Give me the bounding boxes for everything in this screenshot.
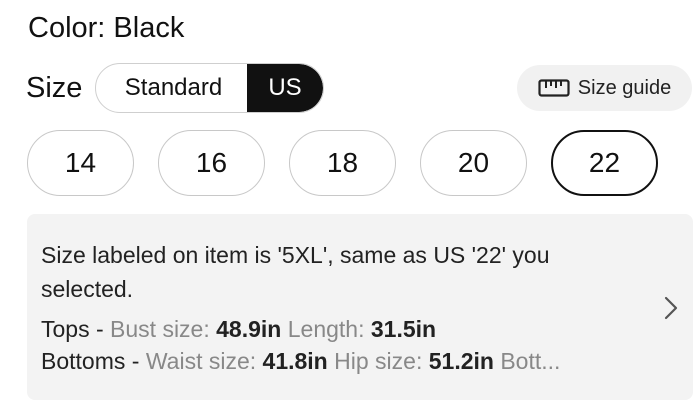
hip-value: 51.2in <box>428 348 494 374</box>
size-guide-button[interactable]: Size guide <box>517 65 692 111</box>
tops-prefix: Tops - <box>41 316 111 342</box>
tops-measurements: Tops - Bust size: 48.9in Length: 31.5in <box>41 313 661 345</box>
size-option-20[interactable]: 20 <box>420 130 527 196</box>
waist-value: 41.8in <box>262 348 328 374</box>
length-label: Length: <box>287 316 371 342</box>
bottoms-measurements: Bottoms - Waist size: 41.8in Hip size: 5… <box>41 345 661 377</box>
size-header: Size Standard US Size guide <box>26 62 692 114</box>
size-guide-label: Size guide <box>577 76 672 99</box>
size-options: 14 16 18 20 22 <box>27 130 658 196</box>
size-option-18[interactable]: 18 <box>289 130 396 196</box>
size-option-14[interactable]: 14 <box>27 130 134 196</box>
bust-value: 48.9in <box>216 316 282 342</box>
size-label: Size <box>26 72 83 104</box>
ruler-icon <box>538 79 570 97</box>
bust-label: Bust size: <box>110 316 217 342</box>
tab-standard[interactable]: Standard <box>96 64 247 112</box>
size-info-message: Size labeled on item is '5XL', same as U… <box>41 242 550 302</box>
color-label: Color: Black <box>28 12 185 44</box>
size-standard-toggle: Standard US <box>95 63 324 113</box>
hip-label: Hip size: <box>334 348 429 374</box>
tab-us[interactable]: US <box>247 64 323 112</box>
chevron-right-icon <box>664 296 678 320</box>
more-label: Bott... <box>500 348 561 374</box>
length-value: 31.5in <box>370 316 437 342</box>
size-option-16[interactable]: 16 <box>158 130 265 196</box>
bottoms-prefix: Bottoms - <box>41 348 146 374</box>
size-info-panel[interactable]: Size labeled on item is '5XL', same as U… <box>27 214 693 400</box>
size-option-22[interactable]: 22 <box>551 130 658 196</box>
waist-label: Waist size: <box>145 348 263 374</box>
